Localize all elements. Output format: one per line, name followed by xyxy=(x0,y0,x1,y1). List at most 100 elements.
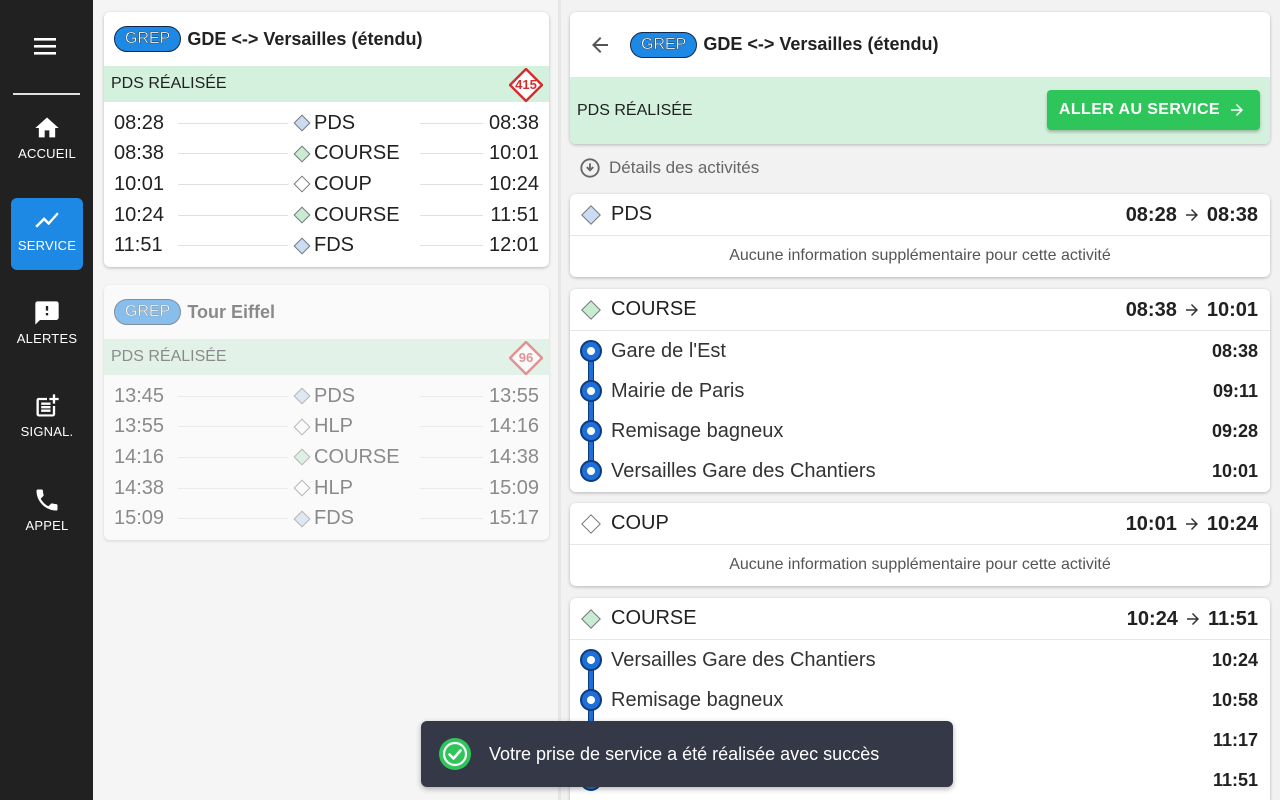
activity-code: COUP xyxy=(314,172,372,195)
activity-info: Aucune information supplémentaire pour c… xyxy=(729,247,1111,264)
grep-badge: GREP xyxy=(114,26,182,52)
activity-times: 08:28 08:38 xyxy=(1126,194,1258,236)
service-title: Tour Eiffel xyxy=(187,301,276,322)
activity-list: 08:28 PDS 08:38 08:38 COURSE 10:01 10:01… xyxy=(104,102,549,267)
arrow-right-icon xyxy=(1186,613,1199,625)
activity-start: 13:55 xyxy=(114,415,165,438)
activity-card: COURSE 08:38 10:01 Gare de l'Est 08:38 M… xyxy=(570,289,1270,492)
activity-end: 13:55 xyxy=(489,384,540,407)
divider xyxy=(420,426,483,428)
activity-row: 15:09 FDS 15:17 xyxy=(114,503,539,534)
status-text: PDS RÉALISÉE xyxy=(111,348,227,365)
service-card[interactable]: GREP Tour Eiffel PDS RÉALISÉE 96 13:45 P… xyxy=(104,285,549,540)
activity-row: 14:16 COURSE 14:38 xyxy=(114,442,539,473)
activity-list: 13:45 PDS 13:55 13:55 HLP 14:16 14:16 CO… xyxy=(104,375,549,540)
activity-start: 10:01 xyxy=(114,172,165,195)
stop-time: 11:51 xyxy=(1212,770,1258,790)
activity-row: 10:24 COURSE 11:51 xyxy=(114,200,539,231)
service-number: 96 xyxy=(518,350,534,365)
activity-code: COURSE xyxy=(611,298,697,320)
stop-time: 08:38 xyxy=(1211,341,1258,361)
services-list-panel: GREP GDE <-> Versailles (étendu) PDS RÉA… xyxy=(93,0,559,800)
stop-time: 11:17 xyxy=(1212,730,1258,750)
sidebar-item-label: SERVICE xyxy=(17,238,77,253)
go-to-service-button[interactable]: ALLER AU SERVICE xyxy=(1046,90,1260,130)
activity-code: COURSE xyxy=(314,445,400,468)
stop-row: Versailles Gare des Chantiers 10:01 xyxy=(570,451,1270,491)
activity-end: 12:01 xyxy=(489,234,540,257)
arrow-right-icon xyxy=(1185,518,1198,530)
download-circle-icon xyxy=(580,158,600,178)
status-band: PDS RÉALISÉE ALLER AU SERVICE xyxy=(570,77,1270,144)
diamond-icon xyxy=(293,387,311,405)
activity-code: FDS xyxy=(314,507,354,530)
activity-code: COURSE xyxy=(314,142,400,165)
activity-start: 10:01 xyxy=(1125,512,1177,535)
divider xyxy=(420,456,483,458)
detail-header-card: GREP GDE <-> Versailles (étendu) PDS RÉA… xyxy=(570,12,1270,144)
sidebar-item-label: SIGNAL. xyxy=(20,424,74,439)
service-number-badge: 415 xyxy=(509,68,543,102)
stop-dot-icon xyxy=(580,420,602,442)
stop-name: Mairie de Paris xyxy=(611,379,745,402)
stop-row: Gare de l'Est 08:38 xyxy=(570,331,1270,371)
activity-card: COUP 10:01 10:24 Aucune information supp… xyxy=(570,503,1270,586)
home-icon xyxy=(35,117,59,138)
activity-times: 08:38 10:01 xyxy=(1126,289,1258,331)
activity-details-toggle[interactable]: Détails des activités xyxy=(579,157,759,179)
stop-dot-icon xyxy=(580,649,602,671)
stop-dot-icon xyxy=(580,460,602,482)
back-arrow-icon[interactable] xyxy=(588,33,612,57)
success-toast: Votre prise de service a été réalisée av… xyxy=(421,721,953,787)
service-number: 415 xyxy=(515,77,537,92)
arrow-right-icon xyxy=(1185,304,1198,316)
divider xyxy=(178,214,288,216)
divider xyxy=(178,153,288,155)
go-to-service-label: ALLER AU SERVICE xyxy=(1058,101,1220,118)
activity-start: 14:16 xyxy=(114,445,165,468)
stop-row: Remisage bagneux 09:28 xyxy=(570,411,1270,451)
status-band: PDS RÉALISÉE 415 xyxy=(104,66,549,102)
activity-start: 13:45 xyxy=(114,384,165,407)
arrow-right-icon xyxy=(1185,209,1198,221)
stop-dot-icon xyxy=(580,380,602,402)
stop-dot-icon xyxy=(580,340,602,362)
status-text: PDS RÉALISÉE xyxy=(577,101,693,119)
activity-start: 08:28 xyxy=(114,111,165,134)
activity-end: 11:51 xyxy=(1207,607,1258,630)
sidebar-item-accueil[interactable]: ACCUEIL xyxy=(11,106,83,178)
activity-end: 14:38 xyxy=(489,445,540,468)
activity-row: 10:01 COUP 10:24 xyxy=(114,169,539,200)
divider xyxy=(178,518,288,520)
activity-end: 08:38 xyxy=(1206,203,1258,226)
stop-name: Versailles Gare des Chantiers xyxy=(611,459,876,482)
activity-code: COURSE xyxy=(611,607,697,629)
activity-end: 10:01 xyxy=(1206,298,1258,321)
activity-code: HLP xyxy=(314,476,353,499)
stop-row: Versailles Gare des Chantiers 10:24 xyxy=(570,640,1270,680)
diamond-icon xyxy=(581,513,601,534)
activity-code: PDS xyxy=(314,384,356,407)
service-card[interactable]: GREP GDE <-> Versailles (étendu) PDS RÉA… xyxy=(104,12,549,267)
stop-name: Remisage bagneux xyxy=(611,419,784,442)
service-number-badge: 96 xyxy=(509,341,543,375)
activity-card-header: COURSE 08:38 10:01 xyxy=(570,289,1270,331)
arrow-right-icon xyxy=(1231,104,1243,116)
stop-time: 10:58 xyxy=(1211,690,1258,710)
stops-list: Gare de l'Est 08:38 Mairie de Paris 09:1… xyxy=(570,331,1270,491)
activity-start: 15:09 xyxy=(114,507,165,530)
divider xyxy=(420,153,483,155)
activity-code: COUP xyxy=(611,512,669,534)
diamond-icon xyxy=(581,299,601,320)
divider xyxy=(178,183,288,185)
service-detail-panel: GREP GDE <-> Versailles (étendu) PDS RÉA… xyxy=(561,0,1280,800)
sidebar-item-service[interactable]: SERVICE xyxy=(11,198,83,270)
divider xyxy=(178,456,288,458)
activity-info: Aucune information supplémentaire pour c… xyxy=(729,556,1111,573)
sidebar-item-alertes[interactable]: ALERTES xyxy=(11,291,83,363)
menu-icon[interactable] xyxy=(33,36,59,58)
sidebar-item-appel[interactable]: APPEL xyxy=(11,478,83,550)
activity-start: 14:38 xyxy=(114,476,165,499)
sidebar-item-signal[interactable]: SIGNAL. xyxy=(11,384,83,456)
sidebar-item-label: APPEL xyxy=(25,518,69,533)
